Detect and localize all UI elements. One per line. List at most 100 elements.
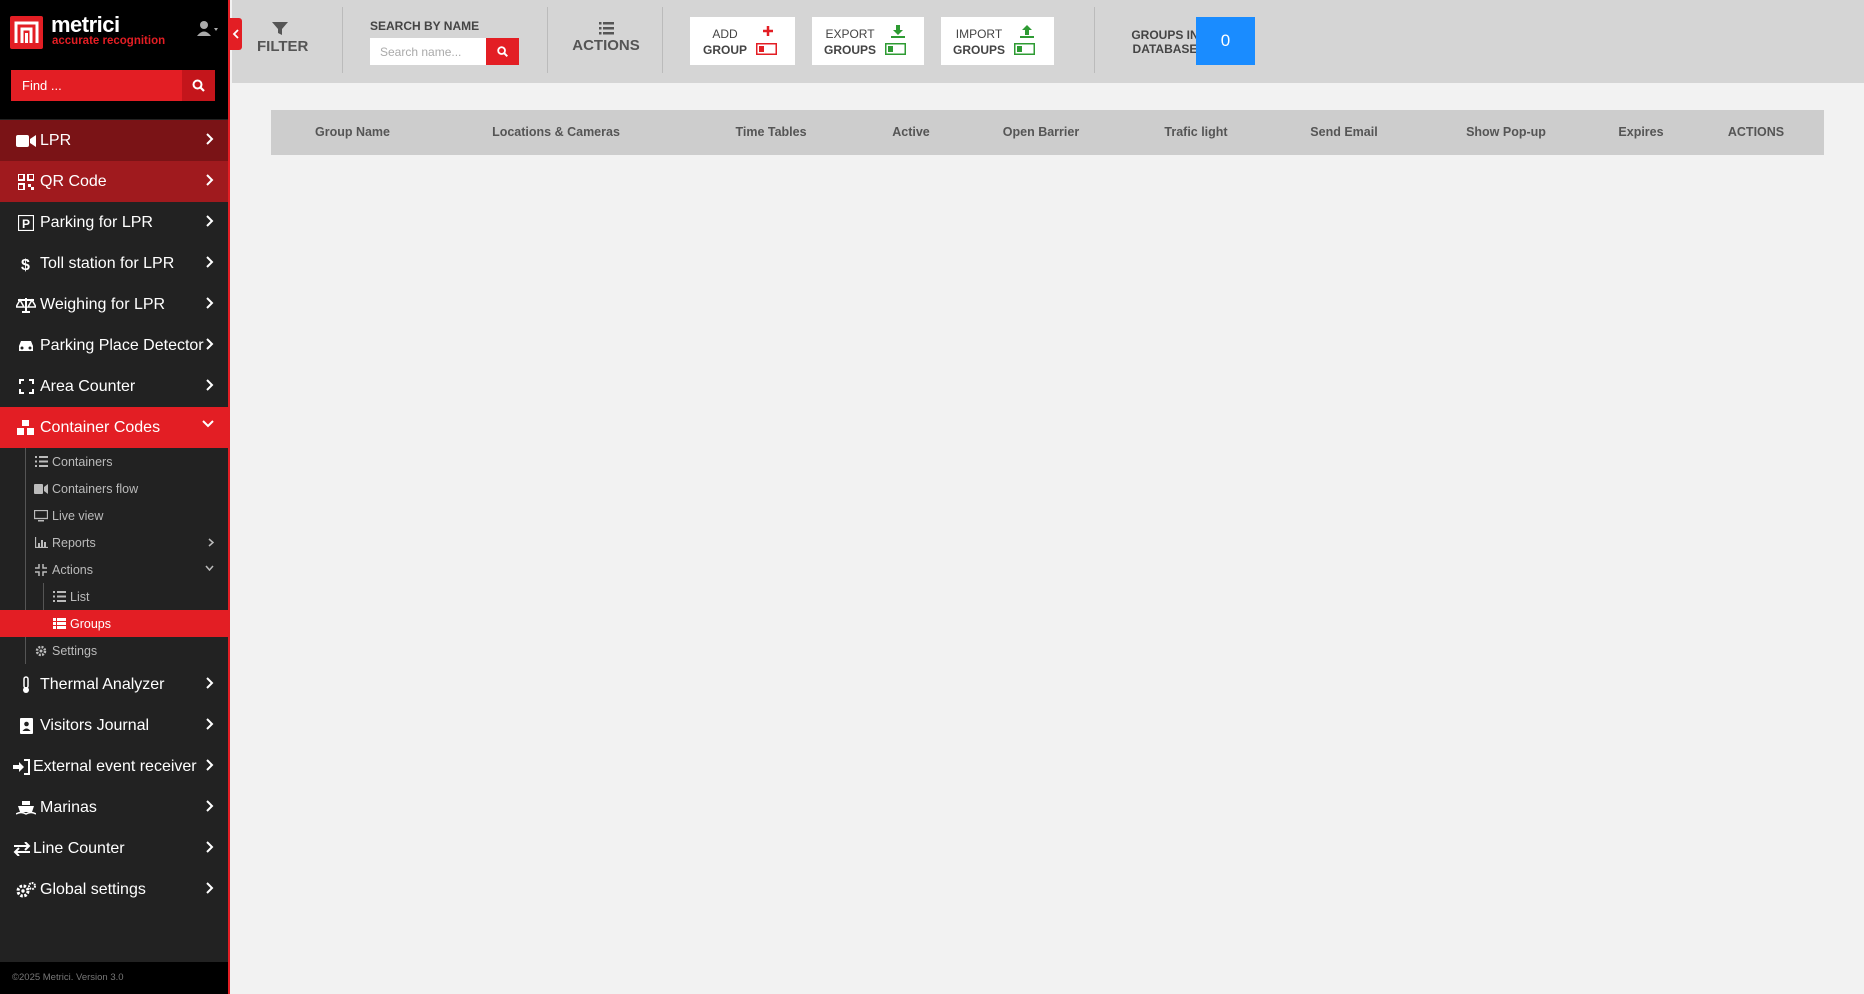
sub-item-label: Live view [52, 508, 104, 523]
sub-item-reports[interactable]: Reports [0, 529, 228, 556]
nav-item-label: External event receiver [33, 757, 197, 775]
export-groups-button[interactable]: EXPORT GROUPS [812, 17, 924, 65]
user-icon [197, 21, 218, 36]
nav-item-external-event-receiver[interactable]: External event receiver [0, 746, 228, 787]
svg-text:P: P [22, 217, 30, 231]
scale-icon [15, 296, 37, 314]
column-header-show-popup[interactable]: Show Pop-up [1451, 110, 1561, 155]
user-menu-button[interactable] [196, 20, 220, 38]
search-icon [192, 79, 205, 92]
upload-icon [1020, 25, 1034, 38]
nav-item-label: Global settings [40, 880, 146, 898]
actions-button[interactable]: ACTIONS [571, 22, 641, 54]
main-nav-bottom: Thermal Analyzer Visitors Journal Extern… [0, 664, 228, 910]
nav-item-parking-place-detector[interactable]: Parking Place Detector [0, 325, 228, 366]
nav-item-marinas[interactable]: Marinas [0, 787, 228, 828]
thermometer-icon [15, 675, 37, 694]
nav-item-parking-lpr[interactable]: P Parking for LPR [0, 202, 228, 243]
import-groups-line1: IMPORT [955, 27, 1003, 41]
sub-item-actions[interactable]: Actions [0, 556, 228, 583]
svg-text:$: $ [21, 257, 30, 273]
sidebar-find-input[interactable] [11, 70, 182, 101]
video-icon [34, 483, 48, 495]
chevron-right-icon [206, 677, 214, 689]
sub-item-containers[interactable]: Containers [0, 448, 228, 475]
toggle-icon [756, 43, 777, 55]
sidebar: metrici accurate recognition LPR QR Code… [0, 0, 230, 994]
column-header-trafic-light[interactable]: Trafic light [1146, 110, 1246, 155]
filter-icon [271, 22, 288, 35]
sub-item-settings[interactable]: Settings [0, 637, 228, 664]
sub-item-containers-flow[interactable]: Containers flow [0, 475, 228, 502]
metrici-logo-icon[interactable] [10, 16, 43, 49]
sub-item-live-view[interactable]: Live view [0, 502, 228, 529]
column-header-open-barrier[interactable]: Open Barrier [986, 110, 1096, 155]
chevron-down-icon [202, 420, 214, 428]
actions-submenu: List Groups [0, 583, 228, 637]
nav-item-global-settings[interactable]: Global settings [0, 869, 228, 910]
chevron-right-icon [206, 718, 214, 730]
import-groups-button[interactable]: IMPORT GROUPS [941, 17, 1054, 65]
footer-version: ©2025 Metrici. Version 3.0 [0, 962, 228, 994]
sidebar-collapse-button[interactable] [230, 18, 242, 50]
sub-item-label: Containers flow [52, 481, 139, 496]
chevron-right-icon [206, 133, 214, 145]
sub-item-groups[interactable]: Groups [0, 610, 228, 637]
sub-item-list[interactable]: List [0, 583, 228, 610]
filter-button[interactable]: FILTER [257, 22, 308, 55]
column-header-active[interactable]: Active [871, 110, 951, 155]
nav-item-lpr[interactable]: LPR [0, 120, 228, 161]
search-name-input[interactable] [370, 38, 486, 65]
table-icon [52, 618, 66, 630]
nav-item-label: Parking Place Detector [40, 336, 204, 354]
chart-icon [34, 537, 48, 549]
import-groups-line2: GROUPS [952, 43, 1005, 57]
filter-label: FILTER [257, 38, 309, 55]
download-icon [891, 25, 905, 38]
compress-icon [34, 563, 48, 576]
column-header-expires[interactable]: Expires [1601, 110, 1681, 155]
nav-item-label: Area Counter [40, 377, 136, 395]
nav-item-container-codes[interactable]: Container Codes [0, 407, 228, 448]
top-toolbar: FILTER SEARCH BY NAME ACTIONS ADD GROUP E… [232, 0, 1864, 83]
nav-item-weighing[interactable]: Weighing for LPR [0, 284, 228, 325]
video-camera-icon [15, 132, 37, 150]
column-header-group-name[interactable]: Group Name [271, 110, 434, 155]
toolbar-divider [547, 7, 548, 73]
nav-item-toll-station[interactable]: $ Toll station for LPR [0, 243, 228, 284]
add-group-button[interactable]: ADD GROUP [690, 17, 795, 65]
column-header-actions[interactable]: ACTIONS [1711, 110, 1801, 155]
nav-item-line-counter[interactable]: Line Counter [0, 828, 228, 869]
qr-code-icon [15, 173, 37, 191]
nav-item-qr-code[interactable]: QR Code [0, 161, 228, 202]
nav-item-visitors-journal[interactable]: Visitors Journal [0, 705, 228, 746]
column-header-time-tables[interactable]: Time Tables [721, 110, 821, 155]
gears-icon [15, 881, 37, 899]
chevron-down-icon [205, 565, 214, 571]
chevron-right-icon [206, 256, 214, 268]
toggle-icon [1014, 43, 1035, 55]
nav-item-area-counter[interactable]: Area Counter [0, 366, 228, 407]
sidebar-find-button[interactable] [182, 70, 215, 101]
nav-item-label: Line Counter [33, 839, 125, 857]
container-codes-submenu: Containers Containers flow Live view Rep… [0, 448, 228, 664]
add-group-line2: GROUP [702, 43, 747, 57]
chevron-right-icon [206, 759, 214, 771]
nav-item-thermal-analyzer[interactable]: Thermal Analyzer [0, 664, 228, 705]
chevron-right-icon [206, 338, 214, 350]
chevron-right-icon [208, 538, 214, 547]
search-icon [497, 46, 508, 57]
sidebar-search [0, 60, 228, 119]
column-header-send-email[interactable]: Send Email [1289, 110, 1399, 155]
toggle-icon [885, 43, 906, 55]
search-button[interactable] [486, 38, 519, 65]
chevron-right-icon [206, 882, 214, 894]
nav-item-label: Thermal Analyzer [40, 675, 165, 693]
column-header-locations-cameras[interactable]: Locations & Cameras [481, 110, 631, 155]
groups-count-badge: 0 [1196, 17, 1255, 65]
chevron-right-icon [206, 841, 214, 853]
search-label: SEARCH BY NAME [370, 19, 480, 33]
sub-item-label: List [70, 589, 90, 604]
sub-item-label: Containers [52, 454, 113, 469]
logo-area: metrici accurate recognition [0, 0, 228, 60]
